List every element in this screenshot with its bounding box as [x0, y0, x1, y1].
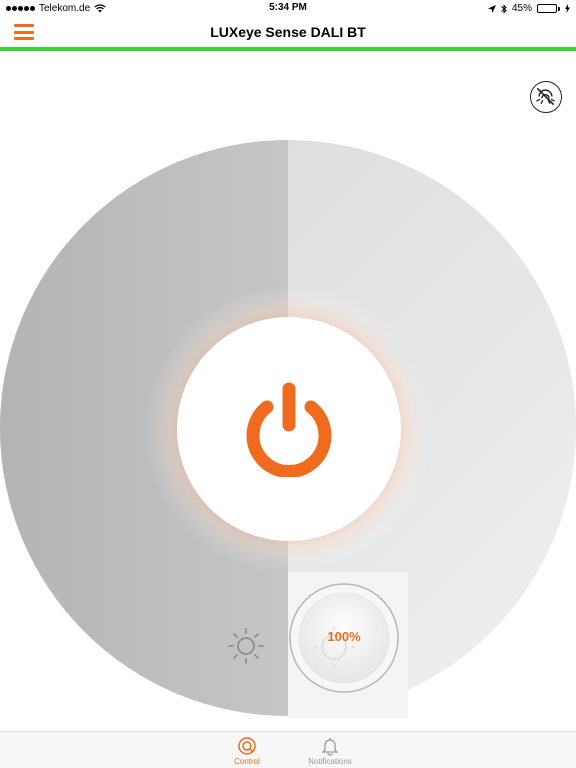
dimmer-knob[interactable]: [289, 583, 399, 693]
page-title: LUXeye Sense DALI BT: [210, 24, 366, 40]
tab-bar: Control Notifications: [0, 731, 576, 768]
tab-notifications[interactable]: Notifications: [290, 734, 370, 768]
location-arrow-icon: [487, 4, 496, 13]
tab-control[interactable]: Control: [207, 734, 287, 768]
tab-control-label: Control: [234, 757, 260, 766]
status-right: 45%: [487, 3, 570, 14]
control-icon: [238, 737, 256, 755]
bluetooth-icon: [501, 3, 507, 14]
battery-icon: [537, 4, 560, 13]
sun-icon: [228, 628, 264, 664]
charging-bolt-icon: [565, 4, 570, 13]
power-button[interactable]: [177, 317, 401, 541]
nav-underline: [0, 47, 576, 51]
navigation-bar: LUXeye Sense DALI BT: [0, 16, 576, 48]
status-bar: Telekom.de 5:34 PM 45%: [0, 0, 576, 16]
tab-notifications-label: Notifications: [308, 757, 352, 766]
power-icon: [246, 382, 332, 477]
bell-icon: [321, 738, 339, 756]
hamburger-menu-icon[interactable]: [14, 23, 34, 41]
sensor-disabled-icon[interactable]: [530, 81, 562, 113]
battery-percent: 45%: [511, 3, 532, 14]
